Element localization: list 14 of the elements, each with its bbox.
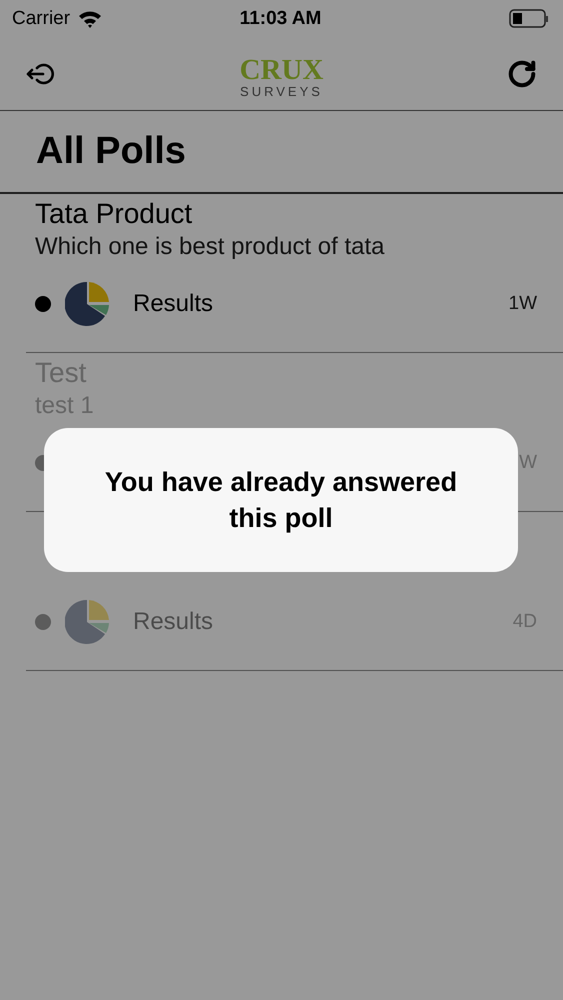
app-logo: CRUX SURVEYS [240, 56, 324, 98]
clock-label: 11:03 AM [240, 6, 322, 31]
wifi-icon [78, 10, 102, 28]
page-title: All Polls [36, 129, 186, 174]
pie-chart-icon [65, 282, 109, 326]
poll-title[interactable]: Tata Product [35, 196, 537, 232]
results-link[interactable]: Results [133, 286, 214, 322]
alert-message: You have already answered this poll [104, 466, 458, 535]
carrier-label: Carrier [12, 6, 70, 31]
poll-age: 1W [508, 292, 537, 316]
battery-icon [509, 9, 550, 29]
refresh-icon[interactable] [507, 59, 537, 89]
sign-out-icon[interactable] [26, 62, 56, 86]
poll-question: Which one is best product of tata [35, 232, 386, 262]
